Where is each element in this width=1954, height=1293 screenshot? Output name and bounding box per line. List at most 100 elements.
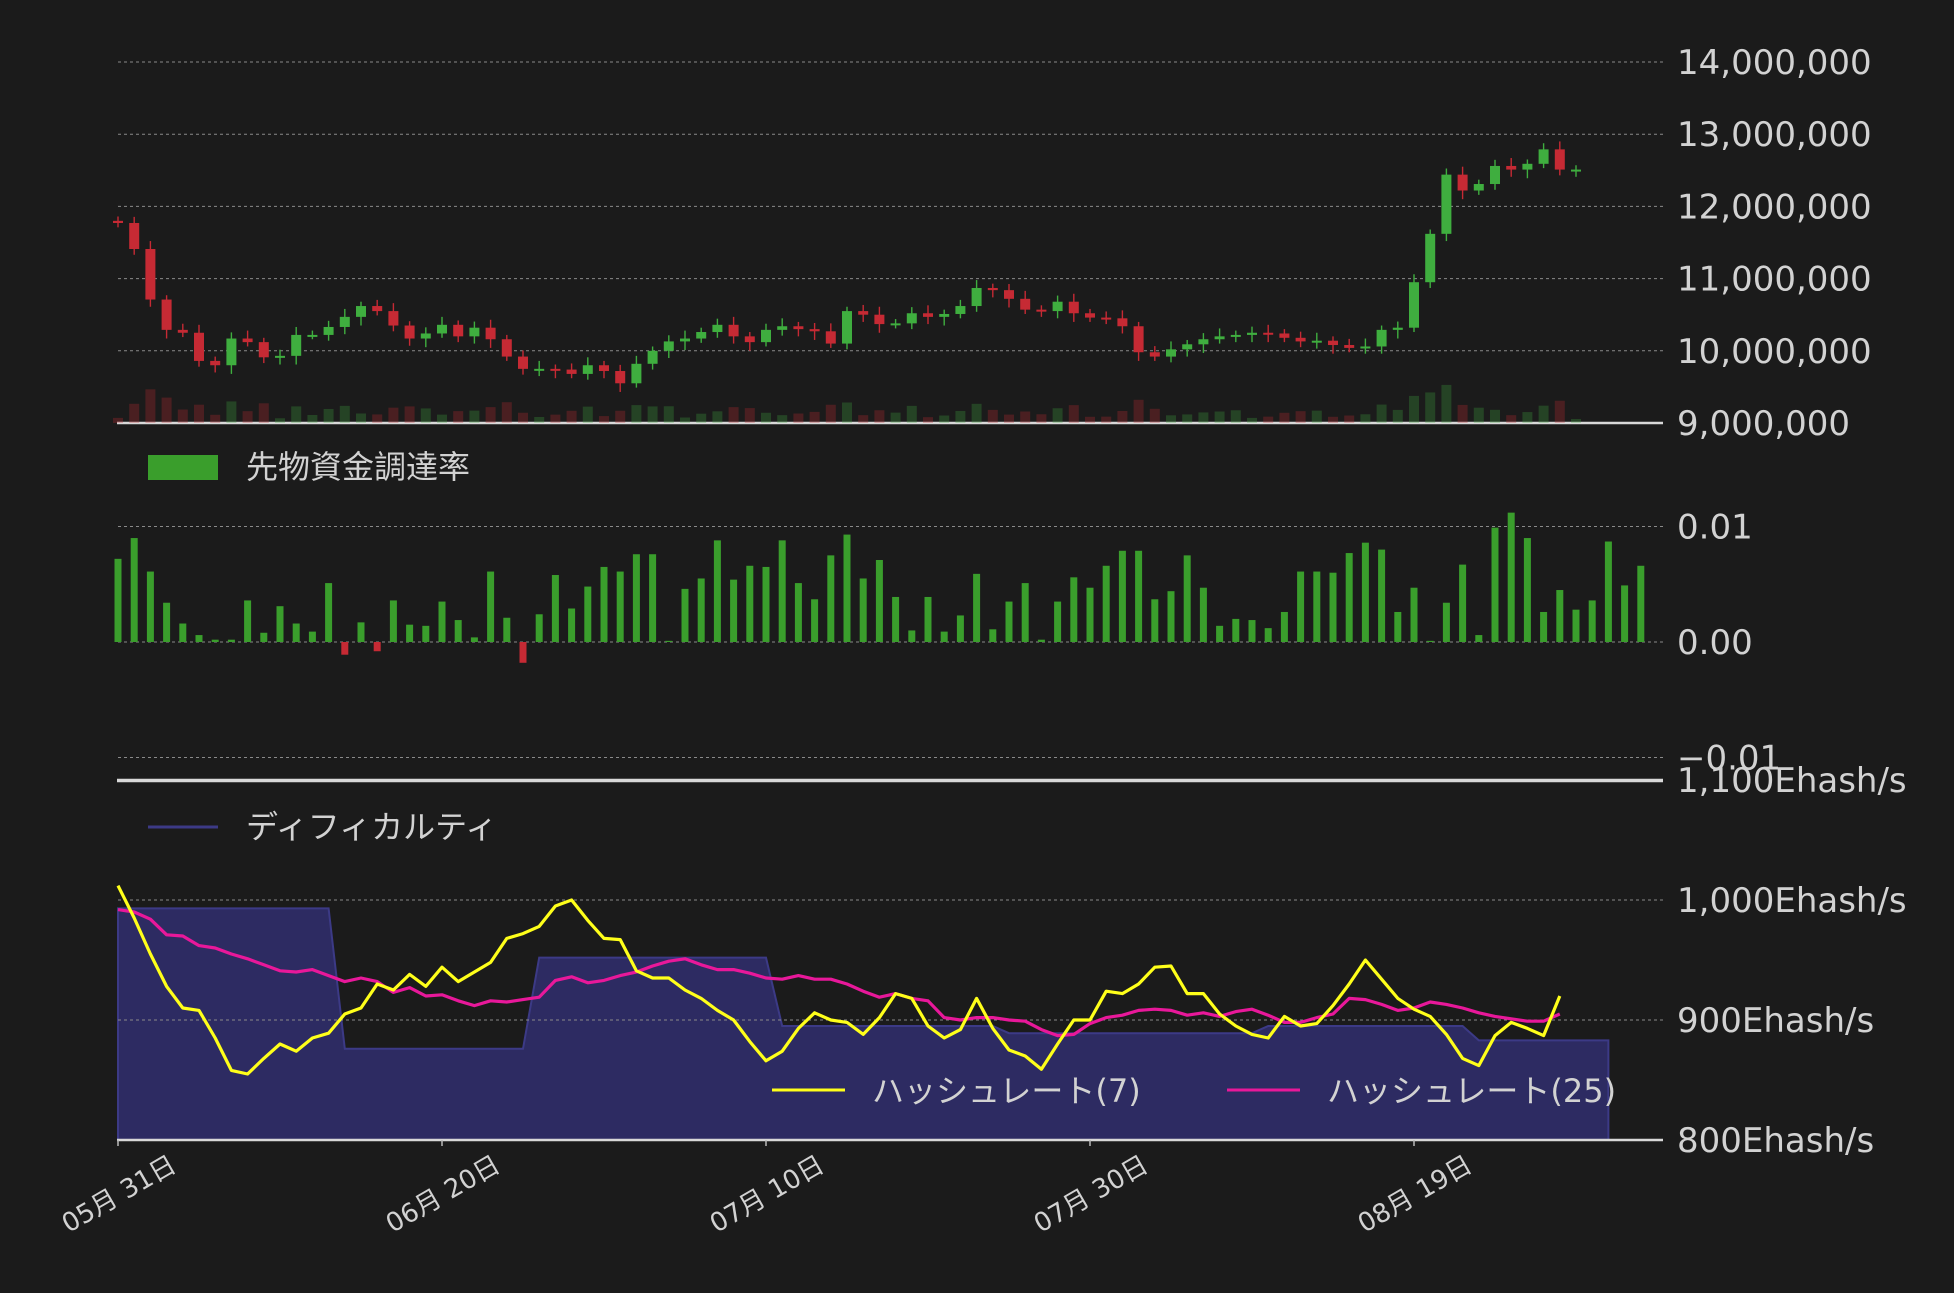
funding-bar (632, 554, 640, 642)
candle-body (339, 316, 350, 327)
volume-bar (1036, 414, 1047, 423)
volume-bar (339, 405, 350, 423)
funding-bar (1540, 611, 1548, 642)
candle-body (372, 306, 383, 312)
funding-bar (1507, 512, 1515, 642)
volume-bar (1441, 384, 1452, 423)
funding-bar (1054, 601, 1062, 642)
volume-bar (1522, 412, 1533, 423)
volume-bar (145, 389, 156, 423)
candle-body (987, 287, 998, 291)
funding-bar (1313, 571, 1321, 642)
volume-bar (939, 415, 950, 423)
candle-body (1230, 334, 1241, 337)
candle-body (615, 371, 626, 384)
candle-body (566, 369, 577, 374)
candle-body (1571, 169, 1581, 172)
volume-bar (1506, 415, 1517, 423)
volume-bar (1473, 407, 1484, 423)
candle-body (599, 365, 609, 372)
volume-bar (955, 410, 966, 423)
candle-body (1425, 233, 1436, 283)
x-tick-label: 07月 10日 (705, 1150, 829, 1239)
volume-bar (906, 405, 917, 423)
volume-bar (1101, 416, 1112, 423)
candle-body (1538, 149, 1549, 164)
funding-bar (179, 623, 187, 642)
candle-body (858, 311, 869, 315)
funding-bar (1232, 618, 1240, 642)
candle-body (1295, 337, 1306, 342)
funding-bar (1280, 611, 1288, 642)
candle-body (1198, 339, 1209, 345)
volume-bar (615, 410, 626, 423)
funding-bar (1475, 635, 1483, 642)
candle-body (437, 324, 447, 334)
candle-body (647, 350, 658, 364)
funding-legend-label: 先物資金調達率 (246, 448, 470, 486)
hashrate-tick-label: 900Ehash/s (1677, 1001, 1874, 1041)
funding-bar (600, 566, 608, 642)
volume-bar (1295, 411, 1306, 423)
funding-bar (1637, 565, 1645, 642)
candle-body (842, 311, 852, 344)
funding-bar (859, 578, 867, 642)
candle-body (1182, 344, 1193, 350)
volume-bar (356, 413, 366, 423)
funding-bar (1135, 550, 1143, 642)
candle-body (518, 356, 528, 369)
candle-body (1036, 309, 1047, 312)
x-tick-label: 05月 31日 (57, 1150, 181, 1239)
volume-bar (712, 411, 723, 423)
candle-body (323, 326, 334, 335)
candle-body (1360, 346, 1371, 349)
volume-bar (1052, 408, 1063, 423)
volume-bar (226, 401, 237, 423)
candle-body (161, 299, 172, 330)
funding-bar (956, 615, 964, 642)
candle-body (712, 324, 723, 333)
volume-bar (971, 403, 982, 423)
candle-body (194, 332, 204, 361)
candle-body (307, 334, 318, 337)
volume-bar (663, 406, 674, 423)
candle-body (1052, 301, 1063, 312)
candle-body (210, 360, 221, 366)
candle-body (1166, 349, 1176, 357)
funding-bar (357, 622, 365, 642)
candle-body (1392, 327, 1403, 330)
funding-bar (730, 579, 738, 642)
volume-bar (404, 406, 415, 423)
funding-bar (163, 602, 171, 642)
candle-body (906, 313, 917, 324)
funding-bar (1523, 538, 1531, 642)
funding-bar (308, 631, 316, 642)
funding-bar (713, 540, 721, 642)
difficulty-legend-label: ディフィカルティ (246, 808, 497, 846)
price-tick-label: 9,000,000 (1677, 404, 1850, 444)
price-tick-label: 11,000,000 (1677, 260, 1872, 300)
funding-bar (292, 623, 300, 642)
funding-bar (438, 601, 446, 642)
volume-bar (582, 406, 593, 423)
funding-bar (341, 642, 349, 655)
volume-bar (987, 409, 998, 423)
funding-bar (989, 629, 997, 642)
volume-bar (1263, 416, 1274, 423)
candle-body (129, 223, 140, 249)
volume-bar (1182, 414, 1193, 423)
candle-body (1506, 165, 1517, 170)
volume-bar (1085, 416, 1095, 423)
volume-bar (1068, 405, 1079, 423)
volume-bar (1360, 414, 1371, 423)
funding-bar (130, 538, 138, 642)
funding-bar (1264, 628, 1272, 642)
volume-bar (323, 408, 334, 423)
volume-bar (890, 412, 901, 423)
candle-body (971, 287, 982, 307)
volume-bar (1554, 400, 1565, 423)
candle-body (291, 334, 302, 356)
funding-bar (1086, 587, 1094, 642)
market-chart: 9,000,000 10,000,000 11,000,000 12,000,000 1… (57, 43, 1907, 1239)
x-axis: 05月 31日 06月 20日 07月 10日 07月 30日 08月 19日 (57, 1140, 1478, 1239)
